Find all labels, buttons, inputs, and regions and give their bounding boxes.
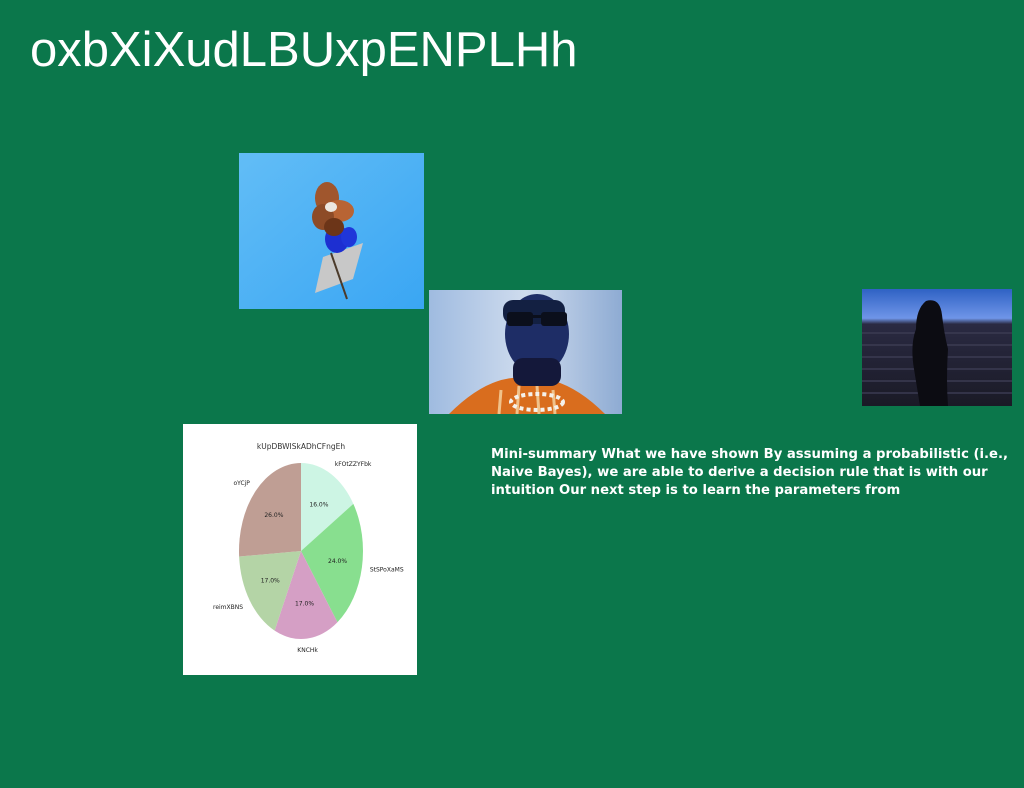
pie-category-label-1: StSPoXaMS bbox=[370, 567, 404, 574]
pie-pct-label-4: 26.0% bbox=[264, 512, 283, 519]
pie-slice-4 bbox=[239, 463, 301, 557]
chart-title: kUpDBWISkADhCFngEh bbox=[257, 442, 345, 451]
pie-pct-label-3: 17.0% bbox=[261, 578, 280, 585]
slide-title: oxbXiXudLBUxpENPLHh bbox=[30, 23, 578, 77]
pie-category-label-4: oYCjP bbox=[233, 480, 250, 487]
pie-pct-label-0: 16.0% bbox=[309, 502, 328, 509]
pie-chart: kUpDBWISkADhCFngEh 16.0% kFOtZZYFbk 24.0% S… bbox=[183, 424, 417, 675]
pie-pct-label-2: 17.0% bbox=[295, 601, 314, 608]
man-sunglasses-photo bbox=[429, 290, 622, 414]
pie-category-label-0: kFOtZZYFbk bbox=[335, 461, 372, 468]
pie-pct-label-1: 24.0% bbox=[328, 558, 347, 565]
summary-text: Mini-summary What we have shown By assum… bbox=[491, 447, 1009, 498]
silhouette-by-water-photo bbox=[862, 289, 1012, 406]
flower-photo bbox=[239, 153, 424, 309]
pie-category-label-3: reimXBNS bbox=[213, 604, 243, 611]
slide: oxbXiXudLBUxpENPLHh kUpDBWISkADhCFngEh 1… bbox=[0, 0, 1024, 788]
pie-category-label-2: KNCHk bbox=[297, 647, 318, 654]
